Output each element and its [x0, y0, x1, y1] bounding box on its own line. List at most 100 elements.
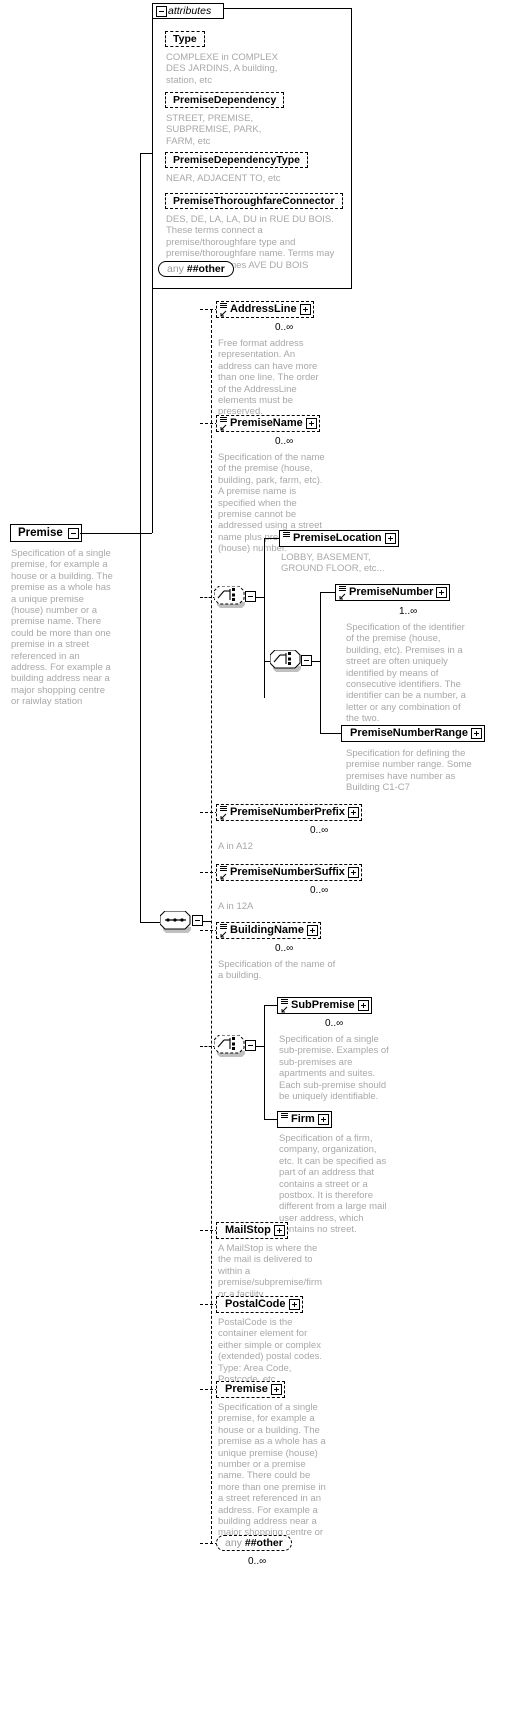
element-building-name-occurrence: 0..∞ [275, 943, 294, 954]
attribute-premise-dependency-label: PremiseDependency [173, 94, 277, 106]
root-collapse-toggle[interactable] [67, 528, 79, 539]
element-premise-number-annotation: Specification of the identifier of the p… [346, 622, 466, 725]
element-premise-number-suffix-expand[interactable] [347, 867, 359, 878]
element-postal-code[interactable]: PostalCode [216, 1296, 305, 1318]
element-premise-number-prefix-expand[interactable] [347, 807, 359, 818]
attribute-premise-thoroughfare-connector-label: PremiseThoroughfareConnector [173, 195, 335, 207]
schema-diagram-canvas: attributes Type COMPLEXE in COMPLEX DES … [0, 0, 531, 1723]
attribute-premise-dependency[interactable]: PremiseDependency [165, 92, 287, 113]
element-premise-child[interactable]: Premise [216, 1381, 287, 1403]
element-premise-number-expand[interactable] [436, 587, 448, 598]
attribute-any-prefix: any [167, 263, 184, 275]
attribute-premise-thoroughfare-connector[interactable]: PremiseThoroughfareConnector [165, 193, 345, 214]
connector-firm [264, 1119, 278, 1120]
compositor-choice-location[interactable] [214, 586, 248, 608]
compositor-choice-subpremise-firm[interactable] [214, 1035, 248, 1057]
connector-choice-loc-out [256, 597, 264, 598]
element-premise-number-range[interactable]: PremiseNumberRange [341, 725, 487, 747]
attribute-type-annotation: COMPLEXE in COMPLEX DES JARDINS, A build… [166, 52, 278, 86]
element-building-name-expand[interactable] [306, 925, 318, 936]
element-premise-number-prefix[interactable]: PremiseNumberPrefix [216, 804, 364, 826]
attribute-any-other[interactable]: any ##other [158, 261, 236, 282]
element-premise-name[interactable]: PremiseName [216, 415, 322, 437]
element-premise-number-suffix-annotation: A in 12A [218, 901, 254, 912]
element-premise-location[interactable]: PremiseLocation [279, 530, 401, 552]
sequence-glyph-icon [281, 1113, 288, 1119]
reference-arrow-icon [220, 424, 227, 431]
element-premise-name-expand[interactable] [305, 418, 317, 429]
attribute-premise-dependency-type[interactable]: PremiseDependencyType [165, 152, 311, 173]
sequence-glyph-icon [283, 532, 290, 538]
compositor-sequence-root-toggle[interactable] [192, 915, 203, 926]
element-premise-number[interactable]: PremiseNumber [335, 584, 453, 606]
element-postal-code-annotation: PostalCode is the container element for … [218, 1317, 323, 1386]
connector-choice-subpremise-out [256, 1046, 264, 1047]
connector-root-h [80, 533, 152, 534]
connector-sub-premise [264, 1005, 278, 1006]
element-premise-number-suffix[interactable]: PremiseNumberSuffix [216, 864, 364, 886]
element-any-other[interactable]: any ##other [216, 1535, 294, 1556]
connector-choice-number-out [312, 661, 320, 662]
attribute-premise-dependency-annotation: STREET, PREMISE, SUBPREMISE, PARK, FARM,… [166, 113, 262, 147]
element-premise-child-annotation: Specification of a single premise, for e… [218, 1402, 326, 1550]
attributes-tab[interactable]: attributes [152, 3, 224, 19]
element-building-name[interactable]: BuildingName [216, 922, 323, 944]
element-address-line-occurrence: 0..∞ [275, 322, 294, 333]
element-postal-code-label: PostalCode [225, 1298, 286, 1310]
element-premise-number-suffix-occurrence: 0..∞ [310, 885, 329, 896]
element-premise-name-label: PremiseName [230, 417, 303, 429]
connector-choice-number-branch [320, 592, 321, 734]
connector-premise-location [264, 538, 280, 539]
compositor-choice-number[interactable] [270, 650, 304, 672]
root-element-premise[interactable]: Premise [10, 524, 84, 547]
root-element-premise-annotation: Specification of a single premise, for e… [11, 548, 113, 708]
element-any-label: ##other [244, 1537, 283, 1549]
element-address-line-annotation: Free format address representation. An a… [218, 338, 319, 418]
element-postal-code-expand[interactable] [288, 1299, 300, 1310]
element-premise-name-occurrence: 0..∞ [275, 436, 294, 447]
attributes-label: attributes [168, 5, 212, 17]
reference-arrow-icon [220, 931, 227, 938]
compositor-sequence-root[interactable] [160, 911, 194, 933]
attribute-type[interactable]: Type [165, 31, 207, 52]
element-firm-expand[interactable] [317, 1114, 329, 1125]
element-premise-number-label: PremiseNumber [349, 586, 434, 598]
element-premise-location-annotation: LOBBY, BASEMENT, GROUND FLOOR, etc... [281, 552, 385, 575]
element-building-name-label: BuildingName [230, 924, 304, 936]
element-premise-number-prefix-annotation: A in A12 [218, 841, 253, 852]
connector-root-trunk-lower [140, 153, 141, 923]
element-sub-premise-annotation: Specification of a single sub-premise. E… [279, 1034, 389, 1103]
element-mail-stop-label: MailStop [225, 1224, 271, 1236]
reference-arrow-icon [281, 1006, 288, 1013]
element-premise-number-prefix-occurrence: 0..∞ [310, 825, 329, 836]
sequence-glyph-icon [339, 586, 346, 592]
element-premise-number-range-label: PremiseNumberRange [350, 727, 468, 739]
element-sub-premise[interactable]: SubPremise [277, 997, 374, 1019]
connector-premise-number-range [320, 733, 342, 734]
element-premise-location-label: PremiseLocation [293, 532, 382, 544]
element-mail-stop[interactable]: MailStop [216, 1222, 290, 1244]
sequence-glyph-icon [220, 303, 227, 309]
compositor-choice-location-toggle[interactable] [245, 591, 256, 602]
element-sub-premise-occurrence: 0..∞ [325, 1018, 344, 1029]
element-any-other-occurrence: 0..∞ [248, 1556, 267, 1567]
element-address-line[interactable]: AddressLine [216, 301, 316, 323]
element-sub-premise-expand[interactable] [357, 1000, 369, 1011]
element-firm[interactable]: Firm [277, 1111, 334, 1133]
attributes-collapse-toggle[interactable] [156, 6, 167, 17]
element-premise-location-expand[interactable] [384, 533, 396, 544]
sequence-glyph-icon [220, 866, 227, 872]
attribute-premise-dependency-type-label: PremiseDependencyType [173, 154, 301, 166]
element-address-line-label: AddressLine [230, 303, 297, 315]
element-premise-child-expand[interactable] [270, 1384, 282, 1395]
connector-premise-number [320, 592, 336, 593]
element-premise-number-suffix-label: PremiseNumberSuffix [230, 866, 345, 878]
compositor-choice-subpremise-toggle[interactable] [245, 1040, 256, 1051]
reference-arrow-icon [220, 310, 227, 317]
element-mail-stop-expand[interactable] [273, 1225, 285, 1236]
element-address-line-expand[interactable] [299, 304, 311, 315]
element-premise-number-range-expand[interactable] [471, 728, 482, 739]
compositor-choice-number-toggle[interactable] [301, 655, 312, 666]
connector-sequence-out [203, 921, 211, 922]
element-mail-stop-annotation: A MailStop is where the the mail is deli… [218, 1243, 322, 1300]
